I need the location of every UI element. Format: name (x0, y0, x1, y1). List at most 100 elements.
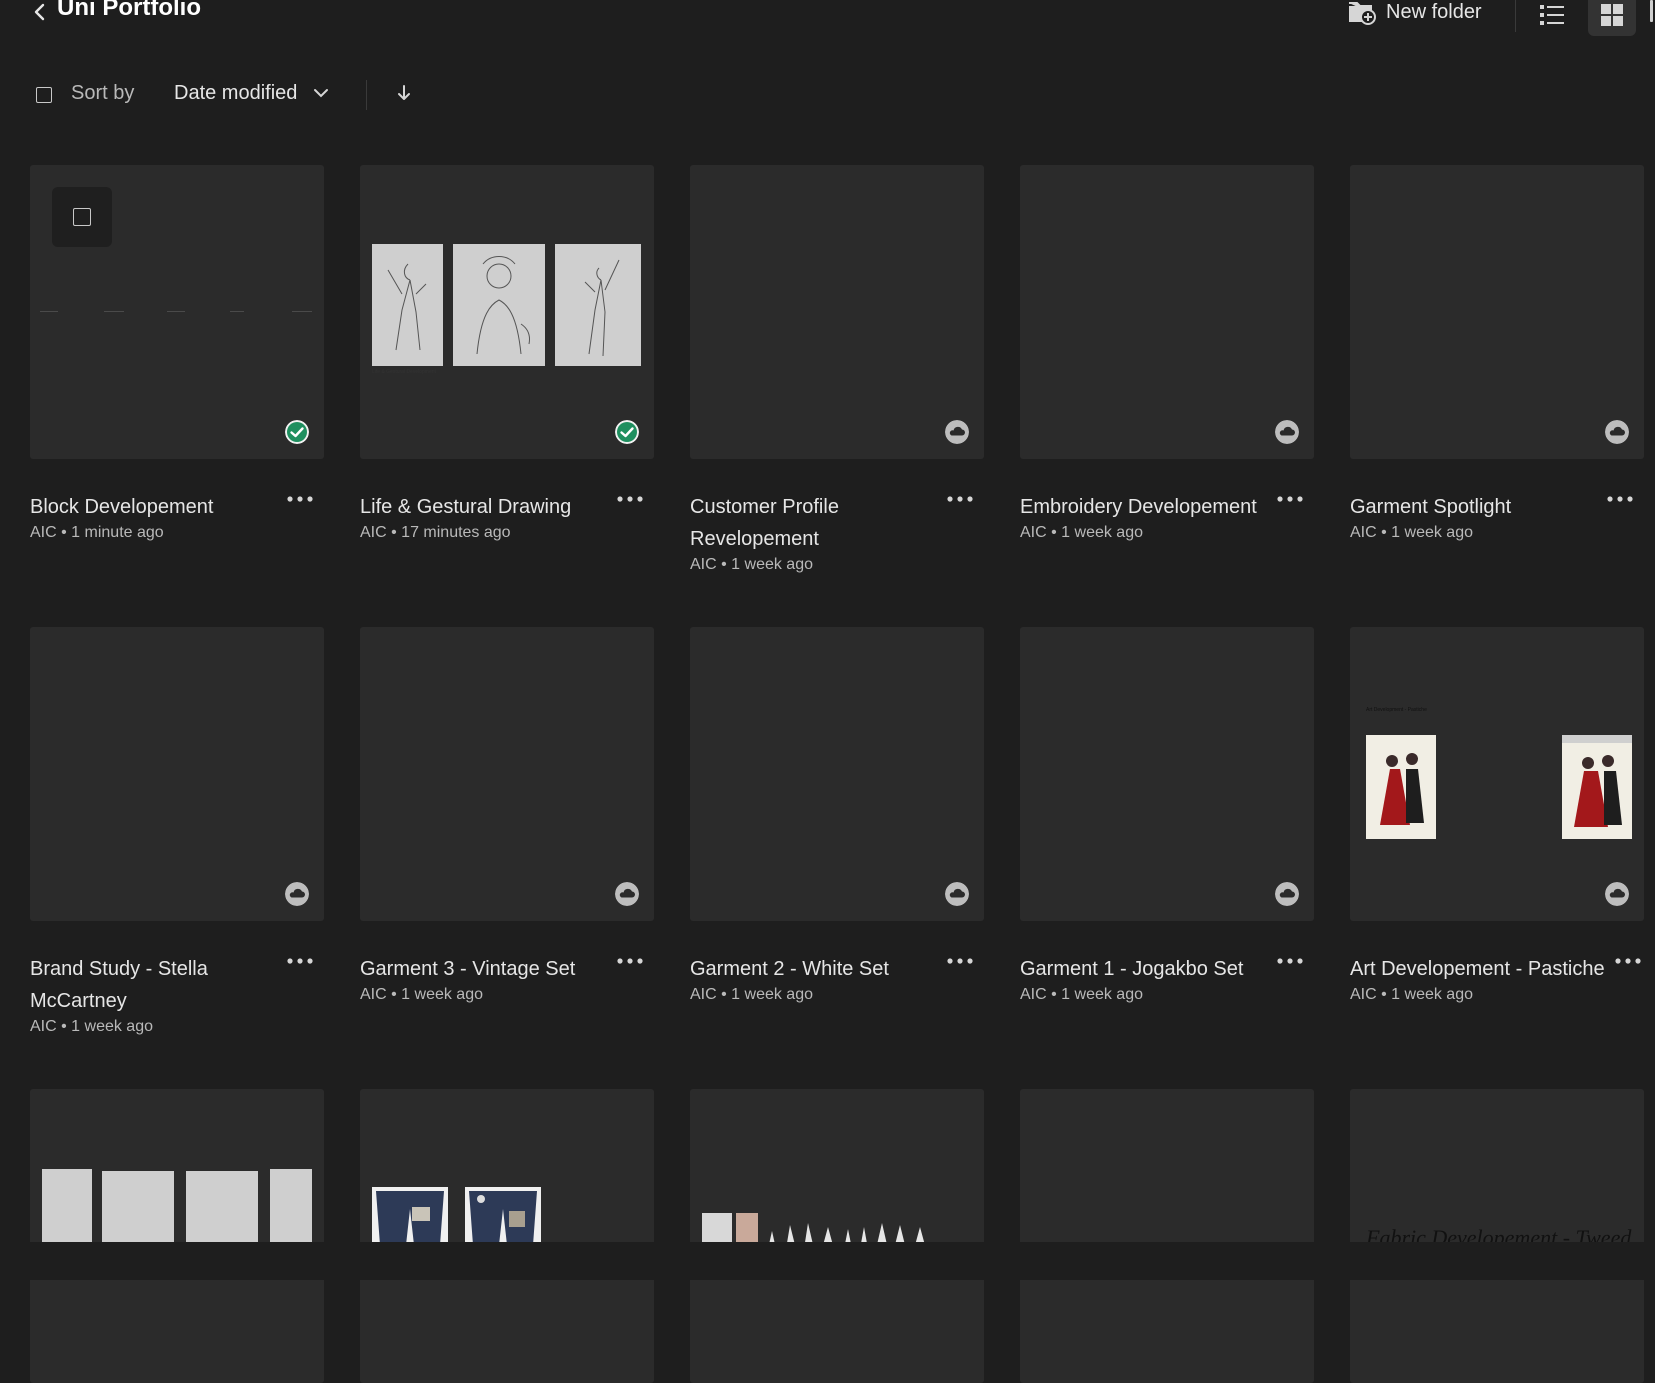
sketch-image (186, 1171, 258, 1249)
file-thumbnail[interactable]: Fabric Developement - Tweed (1350, 1089, 1644, 1383)
list-view-button[interactable] (1528, 0, 1576, 36)
cloud-icon (945, 882, 969, 906)
file-thumbnail[interactable] (690, 627, 984, 921)
file-card[interactable]: Brand Study - Stella McCartney AIC • 1 w… (30, 627, 324, 1035)
file-thumbnail[interactable] (30, 165, 324, 459)
file-thumbnail[interactable] (1020, 627, 1314, 921)
sort-by-label: Sort by (71, 82, 135, 104)
file-thumbnail[interactable] (690, 1089, 984, 1383)
cloud-icon (1605, 882, 1629, 906)
more-options-button[interactable] (284, 949, 316, 973)
file-name: Garment 1 - Jogakbo Set (1020, 958, 1244, 980)
new-folder-button[interactable]: New folder (1348, 0, 1482, 28)
file-name: Garment 3 - Vintage Set (360, 958, 576, 980)
more-options-button[interactable] (1604, 487, 1636, 511)
file-card[interactable]: Block Developement AIC • 1 minute ago (30, 165, 324, 541)
file-thumbnail[interactable]: Art Development - Pastiche (1350, 627, 1644, 921)
file-meta: AIC • 1 week ago (30, 1018, 153, 1035)
card-select-checkbox[interactable] (52, 187, 112, 247)
more-horizontal-icon (617, 496, 643, 502)
file-name-block: Block Developement AIC • 1 minute ago (30, 491, 280, 543)
sketch-image (42, 1169, 92, 1249)
file-card[interactable]: Garment 2 - White Set AIC • 1 week ago (690, 627, 984, 1003)
file-card[interactable] (360, 1089, 654, 1383)
file-thumbnail[interactable]: Life & Gestural Development (360, 165, 654, 459)
checkbox[interactable] (73, 208, 91, 226)
more-options-button[interactable] (1612, 949, 1644, 973)
new-folder-label: New folder (1386, 0, 1482, 23)
file-thumbnail[interactable] (1020, 1089, 1314, 1383)
thumbnail-line (104, 311, 124, 312)
file-meta: AIC • 1 week ago (1350, 986, 1473, 1003)
denim-image (465, 1187, 541, 1249)
check-circle-icon (615, 420, 639, 444)
file-name-block: Garment 3 - Vintage Set AIC • 1 week ago (360, 953, 610, 1005)
sketch-image (102, 1171, 174, 1249)
check-circle-icon (285, 420, 309, 444)
top-bar: Uni Portfolio New folder (0, 0, 1655, 40)
more-horizontal-icon (287, 958, 313, 964)
file-card[interactable] (1020, 1089, 1314, 1383)
list-view-icon (1540, 5, 1564, 25)
cloud-icon (1275, 882, 1299, 906)
file-name-block: Embroidery Developement AIC • 1 week ago (1020, 491, 1280, 543)
sketch-image (555, 244, 641, 366)
sort-value: Date modified (174, 81, 298, 104)
divider (1515, 0, 1516, 32)
file-thumbnail[interactable] (1350, 165, 1644, 459)
thumbnail-caption: Art Development - Pastiche (1366, 707, 1427, 713)
file-name-block: Brand Study - Stella McCartney AIC • 1 w… (30, 953, 280, 1037)
file-card[interactable]: Garment 3 - Vintage Set AIC • 1 week ago (360, 627, 654, 1003)
file-card[interactable] (690, 1089, 984, 1383)
file-meta: AIC • 1 minute ago (30, 524, 164, 541)
sketch-image (372, 244, 443, 366)
file-name-block: Life & Gestural Drawing AIC • 17 minutes… (360, 491, 610, 543)
chevron-left-icon (34, 3, 45, 21)
file-name-block: Art Developement - Pastiche AIC • 1 week… (1350, 953, 1620, 1005)
more-horizontal-icon (1607, 496, 1633, 502)
arrow-down-icon (398, 85, 410, 100)
cloud-icon (285, 882, 309, 906)
grid-view-icon (1601, 4, 1623, 26)
file-card[interactable]: Customer Profile Revelopement AIC • 1 we… (690, 165, 984, 573)
artwork-image (1366, 735, 1436, 839)
file-meta: AIC • 1 week ago (1350, 524, 1473, 541)
more-options-button[interactable] (614, 487, 646, 511)
file-name: Customer Profile Revelopement (690, 496, 839, 550)
file-name-block: Garment Spotlight AIC • 1 week ago (1350, 491, 1600, 543)
file-card[interactable]: Garment Spotlight AIC • 1 week ago (1350, 165, 1644, 541)
select-all-checkbox[interactable] (36, 87, 52, 103)
sort-select[interactable]: Date modified (174, 78, 329, 108)
file-name: Block Developement (30, 496, 214, 518)
chevron-down-icon (314, 89, 329, 98)
file-card[interactable]: Life & Gestural Development Life & Gestu… (360, 165, 654, 541)
file-meta: AIC • 1 week ago (360, 986, 483, 1003)
file-card[interactable]: Art Development - Pastiche Art Developem… (1350, 627, 1644, 1003)
more-options-button[interactable] (614, 949, 646, 973)
sketch-image (453, 244, 545, 366)
more-options-button[interactable] (284, 487, 316, 511)
file-card[interactable]: Fabric Developement - Tweed (1350, 1089, 1644, 1383)
file-card[interactable] (30, 1089, 324, 1383)
cloud-icon (945, 420, 969, 444)
file-thumbnail[interactable] (30, 627, 324, 921)
more-options-button[interactable] (1274, 949, 1306, 973)
file-card[interactable]: Garment 1 - Jogakbo Set AIC • 1 week ago (1020, 627, 1314, 1003)
more-options-button[interactable] (1274, 487, 1306, 511)
file-thumbnail[interactable] (30, 1089, 324, 1383)
artwork-image (1562, 735, 1632, 839)
file-thumbnail[interactable] (360, 1089, 654, 1383)
back-button[interactable] (28, 0, 52, 24)
sort-direction-button[interactable] (392, 80, 416, 106)
file-thumbnail[interactable] (1020, 165, 1314, 459)
more-options-button[interactable] (944, 949, 976, 973)
file-name: Brand Study - Stella McCartney (30, 958, 208, 1012)
more-options-button[interactable] (944, 487, 976, 511)
file-thumbnail[interactable] (690, 165, 984, 459)
grid-view-button[interactable] (1588, 0, 1636, 36)
more-horizontal-icon (617, 958, 643, 964)
file-thumbnail[interactable] (360, 627, 654, 921)
cloud-icon (1275, 420, 1299, 444)
divider (366, 80, 367, 110)
file-card[interactable]: Embroidery Developement AIC • 1 week ago (1020, 165, 1314, 541)
